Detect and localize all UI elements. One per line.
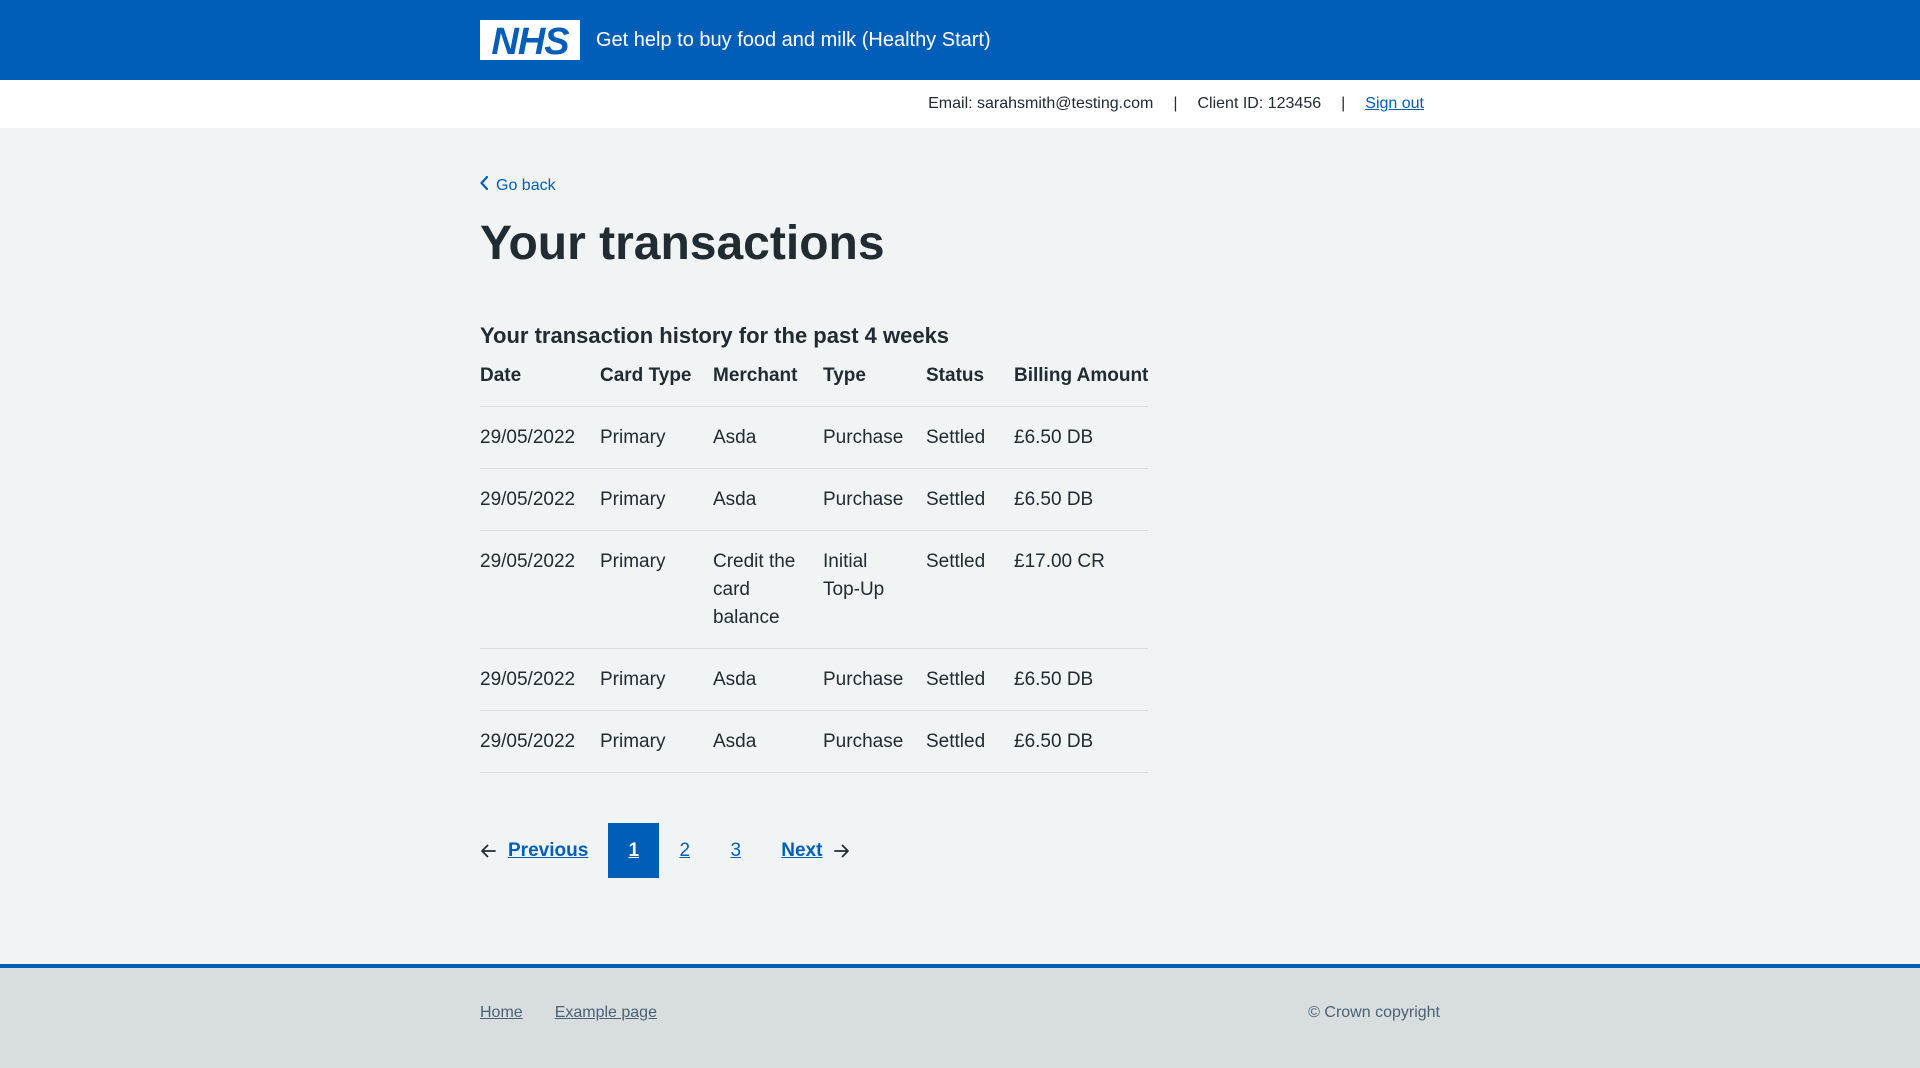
account-separator: | <box>1173 95 1178 112</box>
arrow-left-icon <box>481 844 496 857</box>
next-page-link[interactable]: Next <box>781 840 850 862</box>
cell-billing-amount: £17.00 CR <box>1014 530 1149 649</box>
cell-date: 29/05/2022 <box>480 710 600 773</box>
cell-merchant: Asda <box>713 406 823 469</box>
page-title: Your transactions <box>480 217 885 270</box>
column-header-card-type: Card Type <box>600 362 713 407</box>
cell-status: Settled <box>926 530 1014 649</box>
column-header-status: Status <box>926 362 1014 407</box>
nhs-logo[interactable]: NHS <box>480 20 580 60</box>
column-header-billing-amount: Billing Amount <box>1014 362 1149 407</box>
transactions-table: Date Card Type Merchant Type Status Bill… <box>480 362 1149 773</box>
cell-merchant: Credit the card balance <box>713 530 823 649</box>
cell-card-type: Primary <box>600 468 713 531</box>
cell-date: 29/05/2022 <box>480 468 600 531</box>
go-back-label: Go back <box>496 176 556 194</box>
cell-status: Settled <box>926 710 1014 773</box>
cell-billing-amount: £6.50 DB <box>1014 710 1149 773</box>
page-link-1[interactable]: 1 <box>608 823 660 878</box>
cell-date: 29/05/2022 <box>480 648 600 711</box>
cell-card-type: Primary <box>600 406 713 469</box>
table-row: 29/05/2022 Primary Asda Purchase Settled… <box>480 648 1149 711</box>
page-link-3[interactable]: 3 <box>710 823 761 878</box>
account-info: Email: sarahsmith@testing.com | Client I… <box>928 80 1424 128</box>
page-link-2[interactable]: 2 <box>659 823 710 878</box>
table-caption: Your transaction history for the past 4 … <box>480 323 950 348</box>
footer-link-example-page[interactable]: Example page <box>555 1004 657 1022</box>
cell-billing-amount: £6.50 DB <box>1014 406 1149 469</box>
table-row: 29/05/2022 Primary Asda Purchase Settled… <box>480 406 1149 469</box>
page-numbers: 1 2 3 <box>608 823 761 878</box>
column-header-type: Type <box>823 362 926 407</box>
svg-text:NHS: NHS <box>491 21 569 60</box>
site-header: NHS Get help to buy food and milk (Healt… <box>0 0 1920 80</box>
chevron-left-icon <box>480 175 489 195</box>
cell-card-type: Primary <box>600 648 713 711</box>
sign-out-link[interactable]: Sign out <box>1365 95 1424 113</box>
nhs-logo-icon: NHS <box>480 20 580 60</box>
cell-status: Settled <box>926 406 1014 469</box>
service-name[interactable]: Get help to buy food and milk (Healthy S… <box>596 26 991 54</box>
go-back-link[interactable]: Go back <box>480 175 556 195</box>
previous-page-link[interactable]: Previous <box>480 840 588 862</box>
cell-type: Purchase <box>823 648 926 711</box>
account-email: Email: sarahsmith@testing.com <box>928 95 1154 112</box>
pagination: Previous 1 2 3 Next <box>480 823 850 878</box>
column-header-merchant: Merchant <box>713 362 823 407</box>
cell-billing-amount: £6.50 DB <box>1014 468 1149 531</box>
account-client-id: Client ID: 123456 <box>1197 95 1322 112</box>
cell-status: Settled <box>926 468 1014 531</box>
cell-merchant: Asda <box>713 468 823 531</box>
cell-billing-amount: £6.50 DB <box>1014 648 1149 711</box>
cell-merchant: Asda <box>713 648 823 711</box>
table-row: 29/05/2022 Primary Asda Purchase Settled… <box>480 468 1149 531</box>
account-bar: Email: sarahsmith@testing.com | Client I… <box>0 80 1920 128</box>
site-footer: Home Example page © Crown copyright <box>0 964 1920 1068</box>
cell-type: Purchase <box>823 406 926 469</box>
footer-links: Home Example page <box>480 1004 689 1022</box>
footer-link-home[interactable]: Home <box>480 1004 523 1022</box>
cell-merchant: Asda <box>713 710 823 773</box>
cell-card-type: Primary <box>600 710 713 773</box>
next-label: Next <box>781 839 823 861</box>
copyright: © Crown copyright <box>1308 1004 1440 1021</box>
cell-type: Purchase <box>823 468 926 531</box>
table-row: 29/05/2022 Primary Credit the card balan… <box>480 530 1149 649</box>
table-row: 29/05/2022 Primary Asda Purchase Settled… <box>480 710 1149 773</box>
column-header-date: Date <box>480 362 600 407</box>
previous-label: Previous <box>508 839 589 861</box>
account-separator: | <box>1341 95 1346 112</box>
cell-date: 29/05/2022 <box>480 530 600 649</box>
cell-type: Purchase <box>823 710 926 773</box>
cell-type: Initial Top-Up <box>823 530 926 649</box>
arrow-right-icon <box>834 844 850 857</box>
cell-date: 29/05/2022 <box>480 406 600 469</box>
table-header-row: Date Card Type Merchant Type Status Bill… <box>480 362 1149 407</box>
cell-status: Settled <box>926 648 1014 711</box>
cell-card-type: Primary <box>600 530 713 649</box>
